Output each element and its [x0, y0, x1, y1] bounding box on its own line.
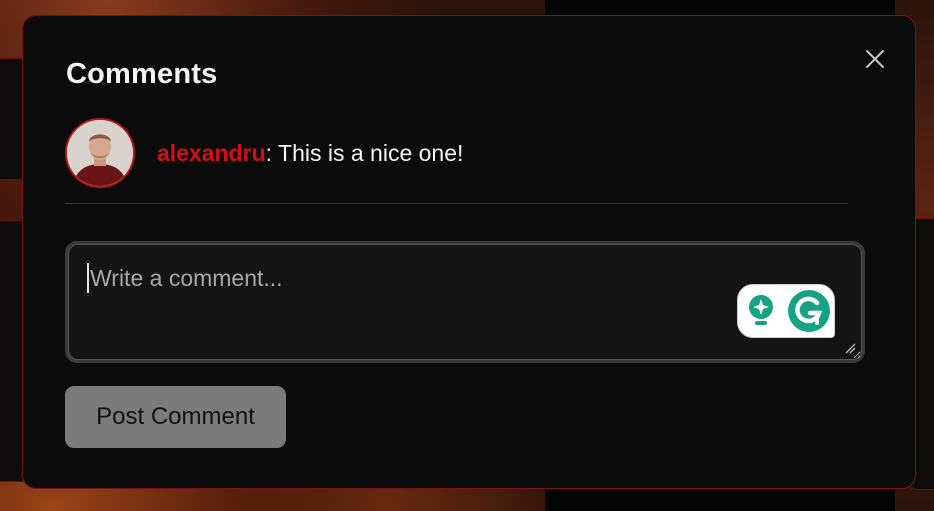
- grammarly-widget[interactable]: [737, 284, 835, 338]
- comment-item: alexandru: This is a nice one!: [65, 118, 848, 204]
- close-icon: [866, 50, 884, 68]
- comment-input-container: [65, 241, 865, 363]
- grammarly-logo-icon: [788, 290, 830, 332]
- text-caret: [87, 263, 89, 293]
- comment-body: This is a nice one!: [272, 140, 464, 166]
- comment-author[interactable]: alexandru: [157, 140, 266, 166]
- comments-modal: Comments alexandru: This is a nice one!: [22, 15, 916, 489]
- close-button[interactable]: [863, 47, 887, 71]
- modal-title: Comments: [66, 58, 218, 90]
- grammarly-bulb-icon: [749, 295, 773, 325]
- resize-handle-icon[interactable]: [844, 342, 856, 354]
- avatar[interactable]: [65, 118, 135, 188]
- post-comment-button[interactable]: Post Comment: [65, 386, 286, 448]
- avatar-image: [67, 120, 133, 186]
- comment-text: alexandru: This is a nice one!: [157, 140, 463, 167]
